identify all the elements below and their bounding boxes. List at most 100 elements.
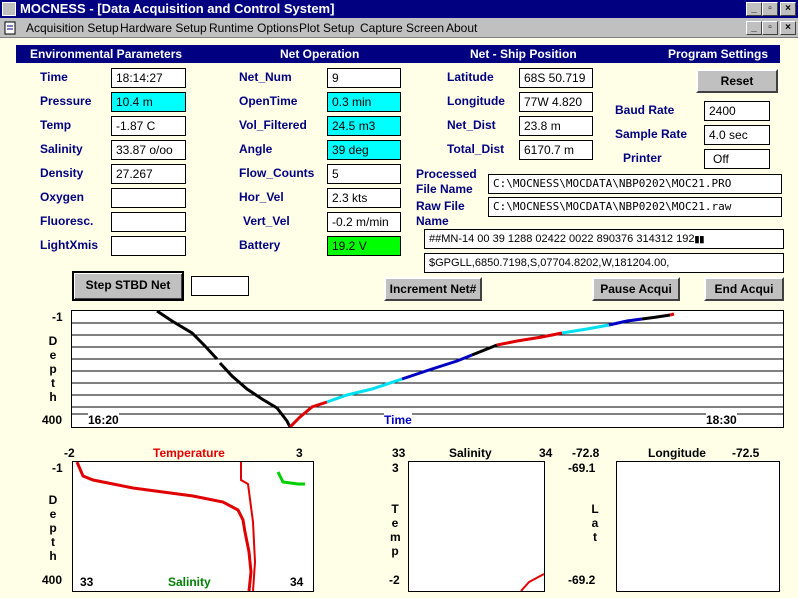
lon-chart-y-top: -69.1 <box>568 461 596 475</box>
menu-runtime-options[interactable]: Runtime Options <box>209 20 298 36</box>
raw-data-string: ##MN-14 00 39 1288 02422 0022 890376 314… <box>424 229 784 249</box>
temp-chart-bottom-left: 33 <box>80 575 94 589</box>
env-value <box>111 188 186 208</box>
depth-trace-cyan <box>326 377 403 404</box>
sample-rate-label: Sample Rate <box>615 127 688 141</box>
child-minimize-button[interactable]: _ <box>746 21 762 35</box>
step-net-value <box>191 276 249 296</box>
lon-chart-y-bottom: -69.2 <box>568 573 596 587</box>
temp-chart-x-right: 3 <box>296 446 303 460</box>
temp-chart-title: Temperature <box>153 446 225 460</box>
env-value: 33.87 o/oo <box>111 140 186 160</box>
menu-about[interactable]: About <box>446 20 477 36</box>
net-value: 39 deg <box>327 140 401 160</box>
net-value: 9 <box>327 68 401 88</box>
env-value: 10.4 m <box>111 92 186 112</box>
battery-value: 19.2 V <box>327 236 401 256</box>
net-label: Hor_Vel <box>239 190 284 204</box>
minimize-button[interactable]: _ <box>746 2 762 16</box>
section-net-operation: Net Operation <box>280 47 360 61</box>
pos-label: Total_Dist <box>447 142 505 156</box>
depth-chart-y-top: -1 <box>52 310 63 324</box>
section-environmental: Environmental Parameters <box>30 47 183 61</box>
temp-chart-bottom-title: Salinity <box>168 575 211 589</box>
temp-salinity-plot <box>75 461 305 592</box>
env-label: LightXmis <box>40 238 99 252</box>
env-value <box>111 212 186 232</box>
window-title-bar: MOCNESS - [Data Acquisition and Control … <box>0 0 798 18</box>
ts-trace <box>520 573 545 592</box>
net-label: OpenTime <box>239 94 298 108</box>
depth-chart-x-right: 18:30 <box>706 413 737 427</box>
temp-chart-y-bottom: 400 <box>42 573 63 587</box>
depth-time-chart <box>71 309 784 429</box>
ts-chart-y-top: 3 <box>392 461 399 475</box>
depth-chart-y-label: Depth <box>48 334 58 404</box>
step-stbd-net-button[interactable]: Step STBD Net <box>72 271 184 301</box>
net-value: 5 <box>327 164 401 184</box>
ts-chart-title: Salinity <box>449 446 492 460</box>
temp-chart-bottom-right: 34 <box>290 575 304 589</box>
lon-chart-x-right: -72.5 <box>732 446 760 460</box>
menu-hardware-setup[interactable]: Hardware Setup <box>120 20 207 36</box>
reset-button[interactable]: Reset <box>696 69 778 93</box>
env-label: Salinity <box>40 142 83 156</box>
salinity-temp-chart <box>408 461 545 592</box>
net-value: 0.3 min <box>327 92 401 112</box>
gps-string: $GPGLL,6850.7198,S,07704.8202,W,181204.0… <box>424 253 784 273</box>
ts-chart-x-right: 34 <box>539 446 553 460</box>
printer-value[interactable]: Off <box>704 149 770 169</box>
salinity-temp-plot <box>520 573 545 592</box>
app-icon <box>2 2 16 16</box>
ts-chart-x-left: 33 <box>392 446 406 460</box>
end-acqui-button[interactable]: End Acqui <box>704 277 784 301</box>
maximize-button[interactable]: ▫ <box>762 2 778 16</box>
child-restore-button[interactable]: ▫ <box>762 21 778 35</box>
sample-rate-value[interactable]: 4.0 sec <box>704 125 770 145</box>
processed-file-label: Processed <box>416 167 477 181</box>
printer-label: Printer <box>623 151 662 165</box>
env-value: 27.267 <box>111 164 186 184</box>
child-close-button[interactable]: × <box>780 21 796 35</box>
raw-file-path: C:\MOCNESS\MOCDATA\NBP0202\MOC21.raw <box>488 197 782 217</box>
menu-capture-screen[interactable]: Capture Screen <box>360 20 444 36</box>
env-value: -1.87 C <box>111 116 186 136</box>
net-label: Vol_Filtered <box>239 118 307 132</box>
menu-acquisition-setup[interactable]: Acquisition Setup <box>26 20 119 36</box>
signal-marker-icon: ▮▮ <box>694 234 705 244</box>
net-label: Vert_Vel <box>243 214 290 228</box>
pos-value: 6170.7 m <box>519 140 593 160</box>
env-label: Pressure <box>40 94 92 108</box>
pos-value: 77W 4.820 <box>519 92 593 112</box>
pos-value: 23.8 m <box>519 116 593 136</box>
section-program-settings: Program Settings <box>668 47 769 61</box>
processed-file-label-2: File Name <box>416 182 473 196</box>
depth-chart-x-title: Time <box>384 413 412 427</box>
section-header-bar: Environmental Parameters Net Operation N… <box>16 45 780 63</box>
menu-plot-setup[interactable]: Plot Setup <box>299 20 354 36</box>
depth-trace-red <box>669 312 675 317</box>
close-button[interactable]: × <box>780 2 796 16</box>
pos-value: 68S 50.719 <box>519 68 593 88</box>
env-label: Time <box>40 70 68 84</box>
net-value: -0.2 m/min <box>327 212 401 232</box>
env-label: Density <box>40 166 84 180</box>
net-label: Battery <box>239 238 281 252</box>
section-ship-position: Net - Ship Position <box>470 47 577 61</box>
temp-salinity-chart <box>72 461 314 592</box>
lat-lon-plot <box>617 462 779 591</box>
lon-chart-y-label: Lat <box>591 502 599 544</box>
processed-file-path: C:\MOCNESS\MOCDATA\NBP0202\MOC21.PRO <box>488 174 782 194</box>
depth-chart-y-bottom: 400 <box>42 413 63 427</box>
lon-chart-x-left: -72.8 <box>572 446 600 460</box>
baud-rate-value[interactable]: 2400 <box>704 101 770 121</box>
ts-chart-y-bottom: -2 <box>389 573 400 587</box>
temperature-trace <box>75 461 253 592</box>
pause-acqui-button[interactable]: Pause Acqui <box>592 277 680 301</box>
document-icon <box>2 20 18 36</box>
increment-net-button[interactable]: Increment Net# <box>384 277 482 301</box>
depth-trace-blue <box>608 317 643 327</box>
raw-data-text: ##MN-14 00 39 1288 02422 0022 890376 314… <box>429 233 695 245</box>
net-label: Angle <box>239 142 273 156</box>
depth-trace-black <box>641 313 671 321</box>
